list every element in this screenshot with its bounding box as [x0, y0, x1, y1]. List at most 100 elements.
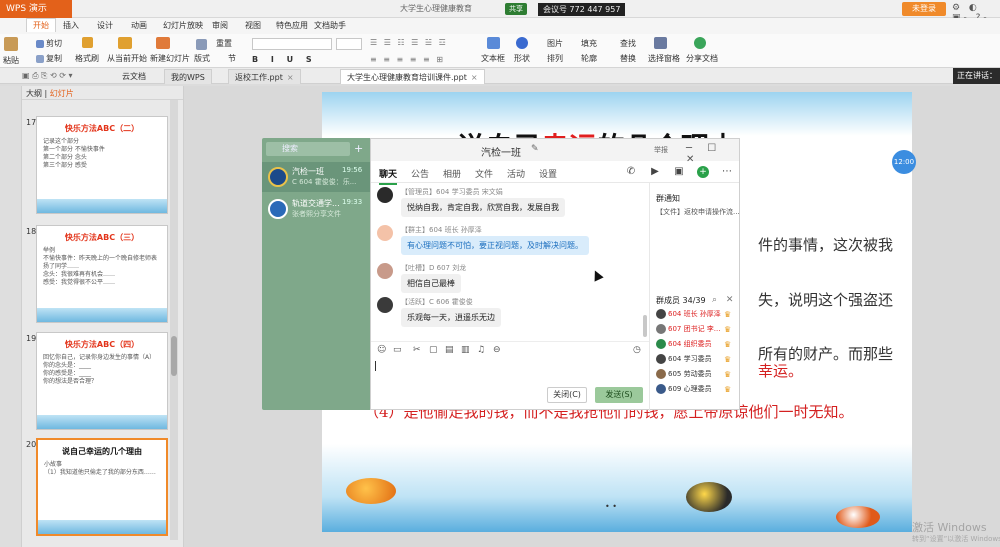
avatar[interactable] [377, 263, 393, 279]
align-tools[interactable]: ≡ ≡ ≡ ≡ ≡ ⊞ [370, 55, 445, 64]
layout-icon[interactable] [196, 39, 209, 50]
member-item[interactable]: 605 劳动委员 ♛ [656, 369, 738, 383]
member-item[interactable]: 609 心理委员 ♛ [656, 384, 738, 398]
scrollbar-thumb[interactable] [171, 336, 177, 376]
section-button[interactable]: 节 [228, 53, 236, 64]
share-doc-button[interactable]: 分享文档 [686, 53, 718, 64]
more-icon[interactable]: ⊖ [493, 345, 501, 355]
tab-insert[interactable]: 插入 [63, 20, 79, 31]
plus-icon[interactable]: + [354, 142, 363, 155]
slideshow-icon[interactable] [118, 37, 134, 49]
tab-view[interactable]: 视图 [245, 20, 261, 31]
member-item[interactable]: 607 团书记 李... ♛ [656, 324, 738, 338]
avatar[interactable] [377, 225, 393, 241]
shape-icon[interactable] [516, 37, 530, 49]
find-button[interactable]: 查找 [620, 38, 636, 49]
close-icon[interactable]: × [287, 73, 294, 82]
new-slide-icon[interactable] [156, 37, 172, 49]
edit-icon[interactable]: ✎ [531, 144, 539, 154]
login-button[interactable]: 未登录 [902, 2, 946, 16]
app-menu-button[interactable]: WPS 演示 [0, 0, 72, 18]
font-size-select[interactable] [336, 38, 362, 50]
emoji-icon[interactable]: ☺ [377, 345, 386, 355]
chat-list-item[interactable]: 轨道交通学... 19:33 张者熙分享文件 [262, 194, 370, 224]
doc-tab-mywps[interactable]: 我的WPS [164, 69, 212, 84]
screen-share-icon[interactable]: ▣ [673, 166, 685, 178]
image-icon[interactable]: ▤ [445, 345, 454, 355]
tab-slideshow[interactable]: 幻灯片放映 [163, 20, 203, 31]
report-button[interactable]: 举报 [654, 145, 668, 155]
copy-button[interactable]: 复制 [36, 53, 62, 64]
close-icon[interactable]: × [471, 73, 478, 82]
tab-slides[interactable]: 幻灯片 [50, 89, 74, 98]
tab-album[interactable]: 相册 [443, 167, 461, 180]
close-button[interactable]: 关闭(C) [547, 387, 587, 403]
cloud-docs-link[interactable]: 云文档 [122, 71, 146, 82]
format-painter-button[interactable]: 格式刷 [75, 53, 99, 64]
slide-thumbnail-selected[interactable]: 说自己幸运的几个理由 小故事 （1）我知道他只偷走了我的部分东西…… [36, 438, 168, 536]
avatar[interactable] [377, 297, 393, 313]
select-pane-icon[interactable] [654, 37, 669, 49]
history-icon[interactable]: ◷ [633, 345, 641, 355]
message-input[interactable] [371, 357, 649, 387]
doc-tab-current[interactable]: 大学生心理健康教育培训课件.ppt × [340, 69, 485, 84]
message-scrollbar[interactable] [643, 315, 647, 337]
tab-home[interactable]: 开始 [26, 18, 56, 32]
tab-settings[interactable]: 设置 [539, 167, 557, 180]
send-button[interactable]: 发送(S) [595, 387, 643, 403]
textbox-icon[interactable] [487, 37, 502, 49]
slide-thumbnail[interactable]: 快乐方法ABC（四） 回忆你自己，记录你身边发生的事情（A） 你的念头是：___… [36, 332, 168, 430]
textbox-button[interactable]: 文本框 [481, 53, 505, 64]
time-bubble[interactable]: 12:00 [892, 150, 916, 174]
layout-button[interactable]: 版式 [194, 53, 210, 64]
chat-list-item[interactable]: 汽检一班 19:56 C 604 霍俊俊：乐... [262, 162, 370, 192]
tab-animation[interactable]: 动画 [131, 20, 147, 31]
paste-button[interactable]: 粘贴 [3, 55, 19, 66]
notice-text[interactable]: 【文件】返校申请操作流... [656, 207, 740, 217]
cut-button[interactable]: 剪切 [36, 38, 62, 49]
member-item[interactable]: 604 班长 孙厚泽 ♛ [656, 309, 738, 323]
folder-icon[interactable]: ▢ [429, 345, 438, 355]
slide-thumbnail[interactable]: 快乐方法ABC（二） 记录这个部分 第一个部分 不愉快事件 第二个部分 念头 第… [36, 116, 168, 214]
doc-tab-return[interactable]: 返校工作.ppt × [228, 69, 301, 84]
font-name-select[interactable] [252, 38, 332, 50]
arrange-button[interactable]: 排列 [547, 53, 563, 64]
tab-outline[interactable]: 大纲 [26, 89, 42, 98]
search-input[interactable]: 搜索 [266, 142, 350, 156]
member-item[interactable]: 604 学习委员 ♛ [656, 354, 738, 368]
tab-review[interactable]: 审阅 [212, 20, 228, 31]
select-pane-button[interactable]: 选择窗格 [648, 53, 680, 64]
member-search-icon[interactable]: ⌕ ✕ [712, 295, 736, 305]
fill-button[interactable]: 填充 [581, 38, 597, 49]
share-icon[interactable] [694, 37, 708, 49]
avatar[interactable] [377, 187, 393, 203]
quick-access-icons[interactable]: ▣ ⎙ ⎘ ⟲ ⟳ ▾ [22, 71, 73, 81]
replace-button[interactable]: 替换 [620, 53, 636, 64]
member-item[interactable]: 604 组织委员 ♛ [656, 339, 738, 353]
tab-doc-assistant[interactable]: 文档助手 [314, 20, 346, 31]
reset-button[interactable]: 重置 [216, 38, 232, 49]
from-current-button[interactable]: 从当前开始 [107, 53, 147, 64]
more-icon[interactable]: ⋯ [721, 166, 733, 178]
scissors-icon[interactable]: ✂ [413, 345, 421, 355]
brush-icon[interactable] [82, 37, 95, 48]
tab-notice[interactable]: 公告 [411, 167, 429, 180]
tab-activity[interactable]: 活动 [507, 167, 525, 180]
add-icon[interactable]: + [697, 166, 709, 178]
new-slide-button[interactable]: 新建幻灯片 [150, 53, 190, 64]
gif-icon[interactable]: ▭ [393, 345, 402, 355]
thumbnail-scrollbar[interactable] [170, 100, 178, 540]
outline-button[interactable]: 轮廓 [581, 53, 597, 64]
screenshot-icon[interactable]: ▥ [461, 345, 470, 355]
video-icon[interactable]: ▶ [649, 166, 661, 178]
paste-icon[interactable] [4, 37, 20, 51]
slide-thumbnail[interactable]: 快乐方法ABC（三） 举例 不愉快事件：昨天晚上的一个晚自修老师表扬了同学…… … [36, 225, 168, 323]
phone-icon[interactable]: ✆ [625, 166, 637, 178]
tab-design[interactable]: 设计 [97, 20, 113, 31]
bell-icon[interactable]: ♫ [477, 345, 485, 355]
paragraph-tools[interactable]: ☰ ☰ ☷ ☰ ☱ ☲ [370, 38, 448, 47]
shape-button[interactable]: 形状 [514, 53, 530, 64]
picture-button[interactable]: 图片 [547, 38, 563, 49]
text-format-buttons[interactable]: B I U S [252, 55, 317, 64]
tab-features[interactable]: 特色应用 [276, 20, 308, 31]
